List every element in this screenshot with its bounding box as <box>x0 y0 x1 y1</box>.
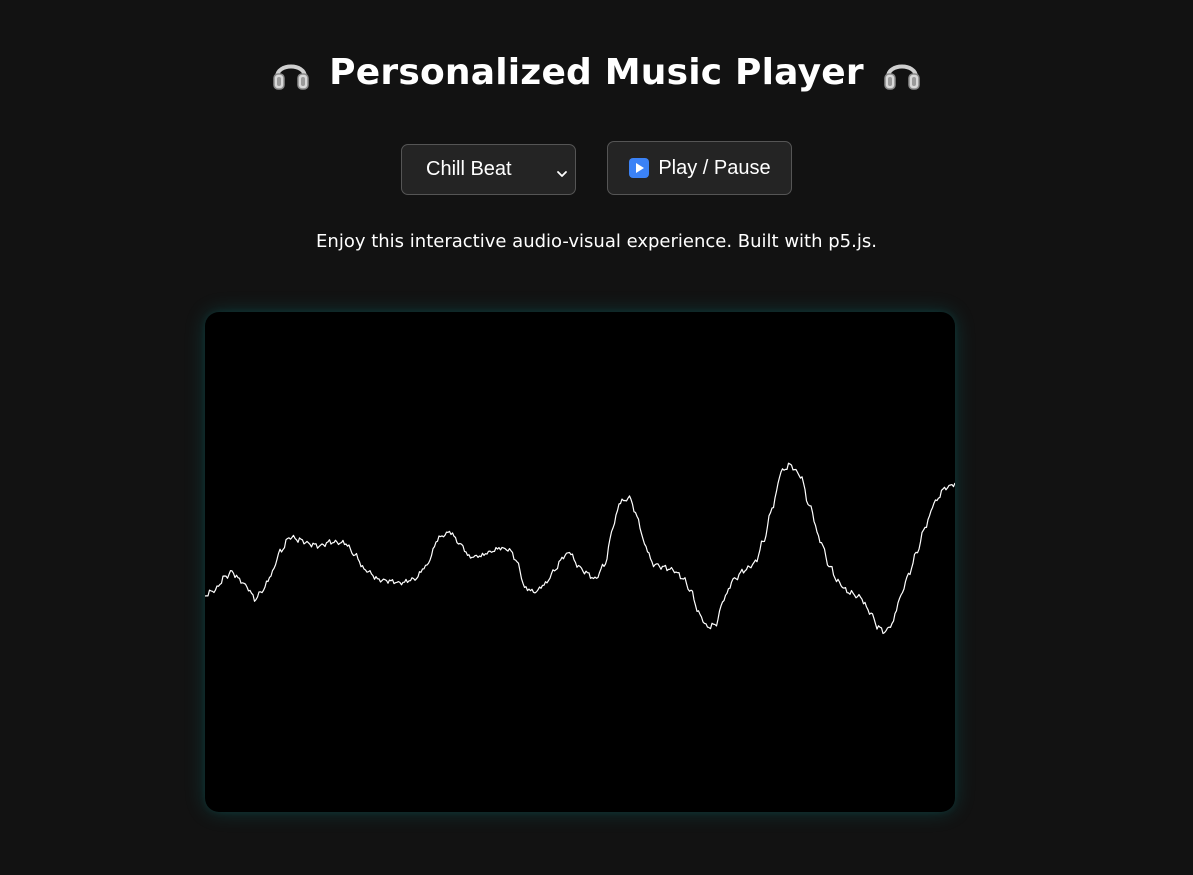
waveform-canvas[interactable] <box>205 312 955 812</box>
headphones-icon <box>882 53 922 93</box>
play-pause-button[interactable]: Play / Pause <box>607 141 792 195</box>
play-icon <box>628 157 650 179</box>
header: Personalized Music Player <box>0 52 1193 93</box>
waveform-svg <box>205 462 955 635</box>
track-select-value: Chill Beat <box>426 158 512 180</box>
controls: Chill Beat Play / Pause <box>0 141 1193 195</box>
page-title: Personalized Music Player <box>329 52 864 93</box>
description-text: Enjoy this interactive audio-visual expe… <box>316 231 877 252</box>
chevron-down-icon <box>556 163 568 177</box>
headphones-icon <box>271 53 311 93</box>
music-player-page: Personalized Music Player Chill Beat Pla… <box>0 0 1193 875</box>
waveform-line <box>205 462 955 635</box>
play-pause-label: Play / Pause <box>658 156 771 179</box>
track-select[interactable]: Chill Beat <box>401 144 576 195</box>
